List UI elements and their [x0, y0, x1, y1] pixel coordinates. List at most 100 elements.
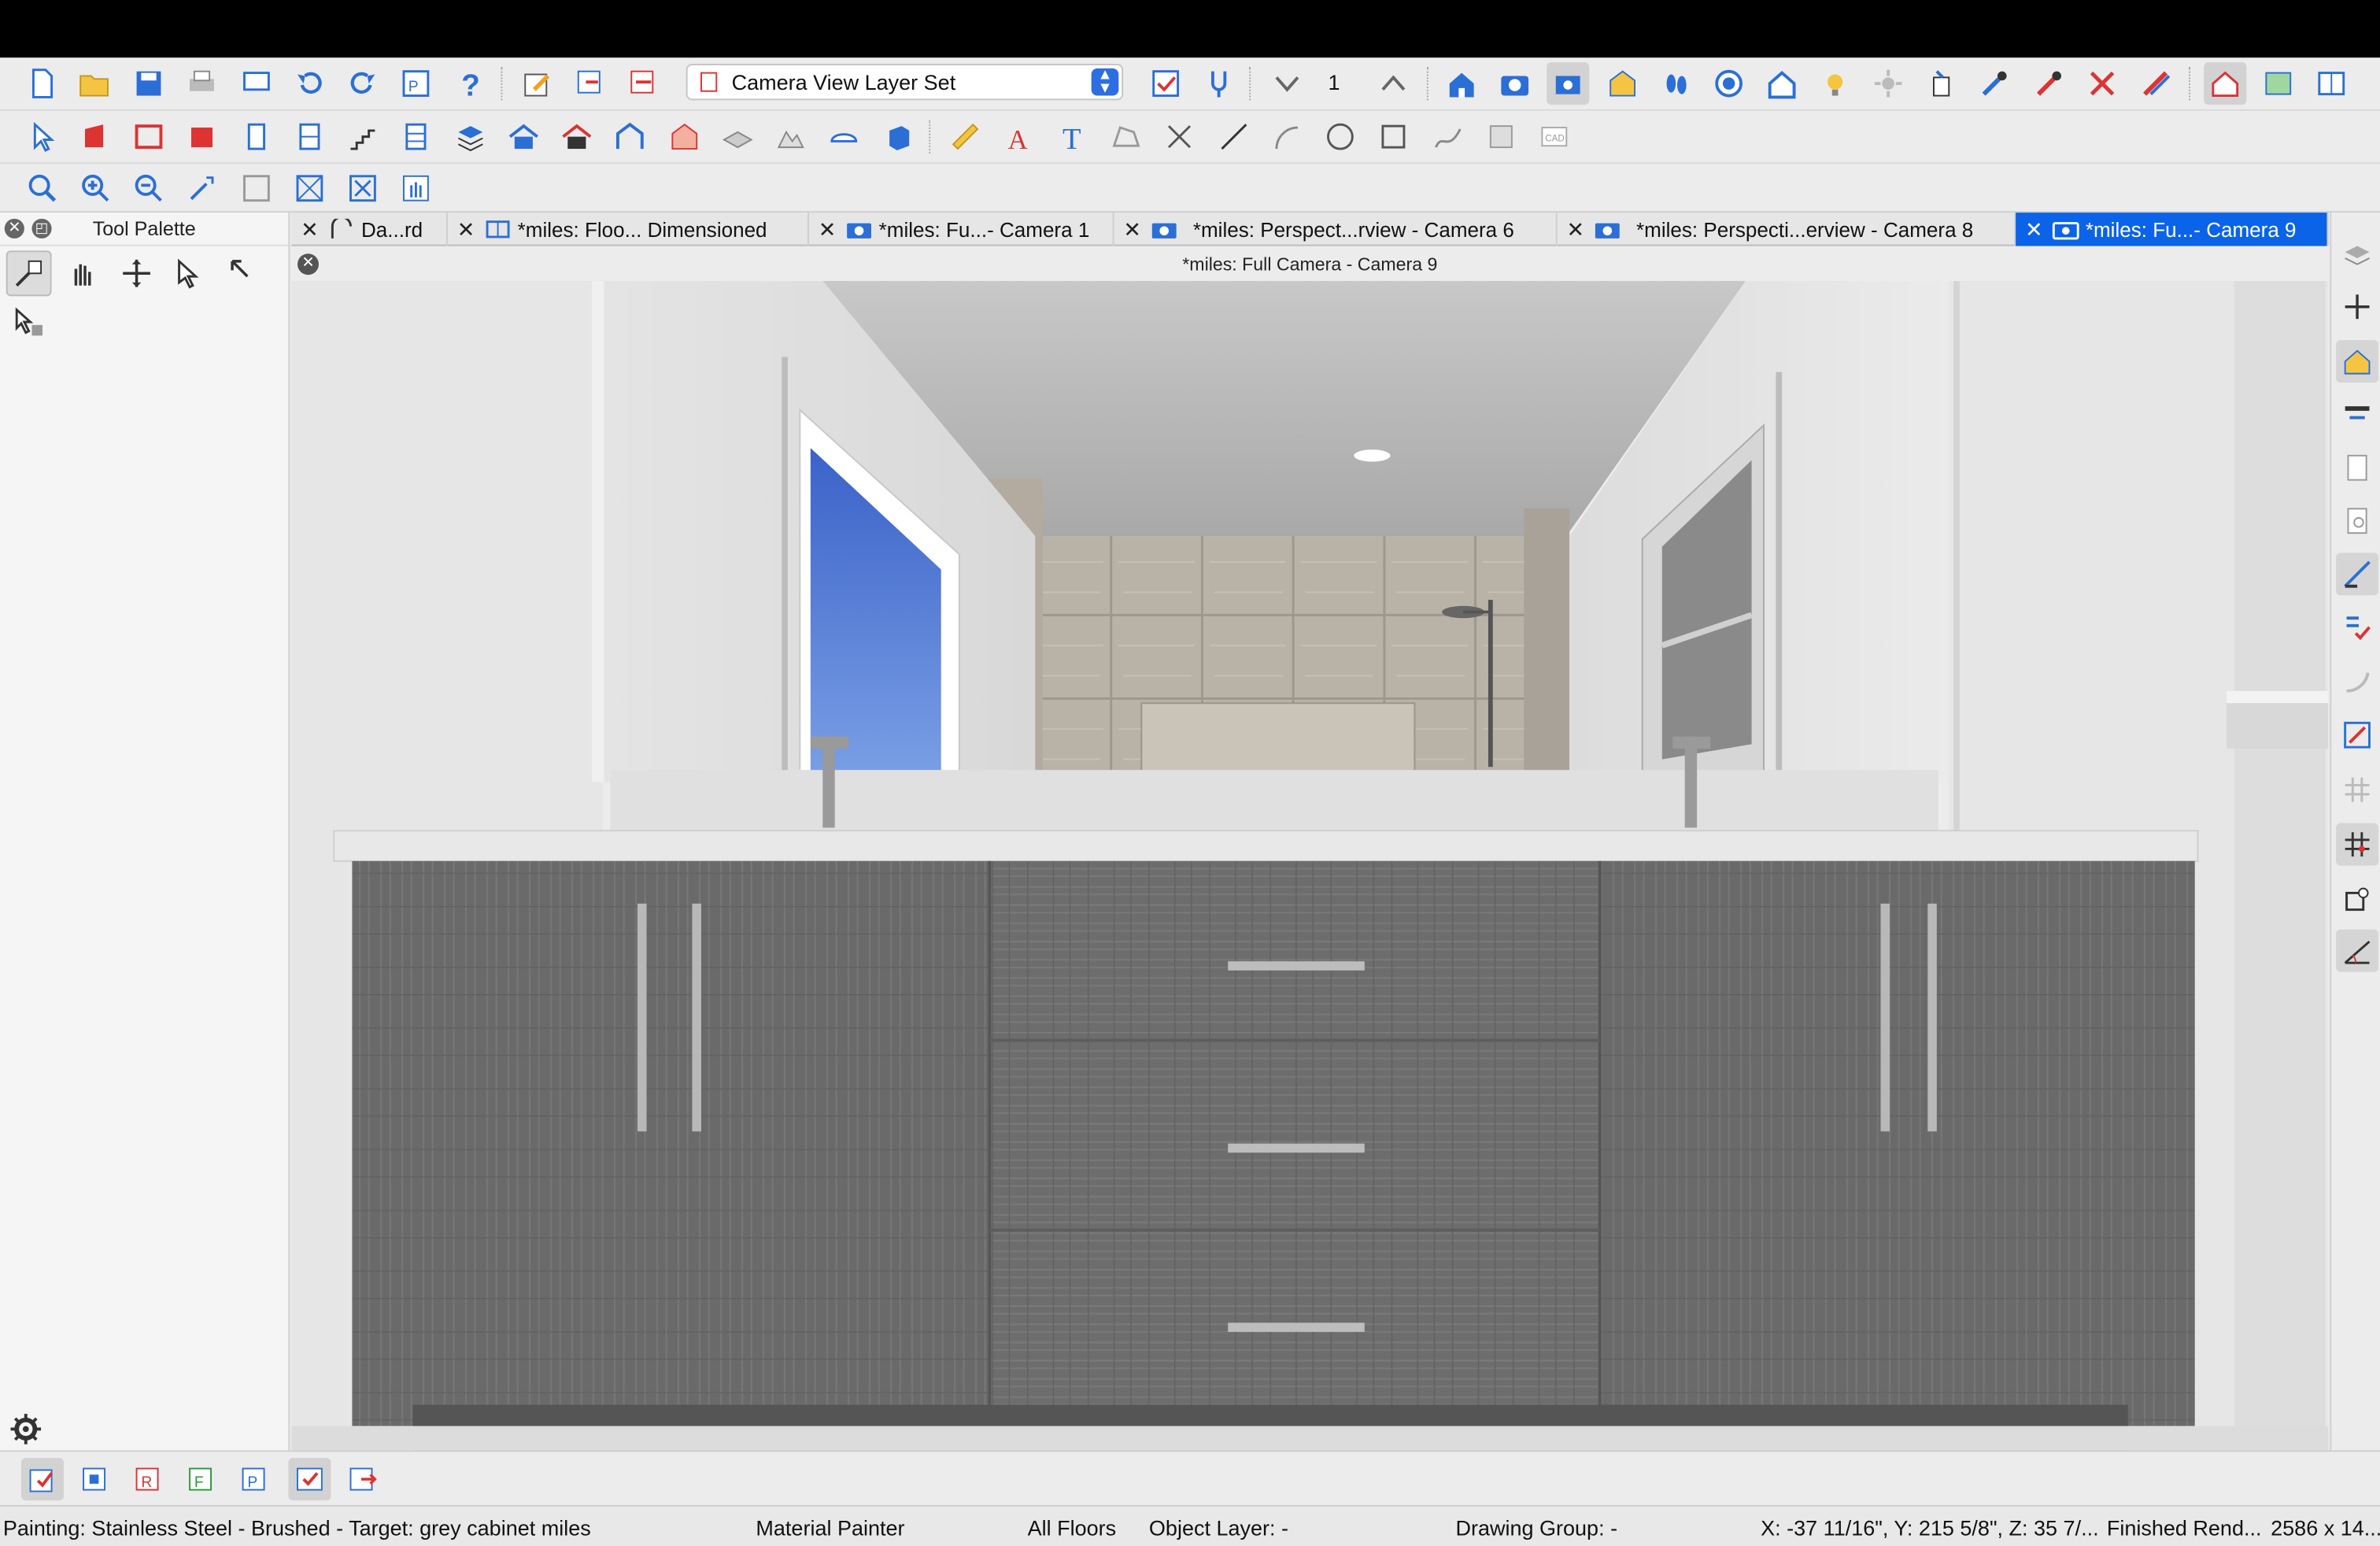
undo-icon[interactable] — [288, 62, 331, 105]
door-tools-icon[interactable] — [235, 116, 278, 158]
close-tab-icon[interactable]: ✕ — [298, 216, 322, 242]
new-file-icon[interactable] — [21, 62, 64, 105]
camera-icon[interactable] — [1494, 62, 1536, 105]
cad-arc-icon[interactable] — [1266, 116, 1308, 158]
plan-view-icon[interactable] — [1440, 62, 1483, 105]
paint-select-icon[interactable] — [6, 299, 52, 345]
camera-viewport[interactable] — [291, 280, 2329, 1451]
house-view-icon[interactable] — [1761, 62, 1803, 105]
image-view-icon[interactable] — [2257, 62, 2300, 105]
cad-detail-icon[interactable] — [1480, 116, 1522, 158]
zoom-out-icon[interactable] — [128, 167, 170, 209]
cad-box-icon[interactable] — [1372, 116, 1414, 158]
tab-5[interactable]: ✕ *miles: Fu...- Camera 9 — [2016, 213, 2329, 246]
preferences-icon[interactable]: P — [394, 62, 437, 105]
walkthrough-icon[interactable] — [1654, 62, 1697, 105]
elevation-icon[interactable] — [1602, 62, 1644, 105]
close-tab-icon[interactable]: ✕ — [454, 216, 479, 242]
close-tab-icon[interactable]: ✕ — [815, 216, 840, 242]
cad-block-icon[interactable]: CAD — [1533, 116, 1576, 158]
material-painter-tool-icon[interactable] — [6, 250, 52, 297]
drawing-group-icon[interactable] — [20, 1458, 64, 1501]
redo-icon[interactable] — [342, 62, 384, 105]
down-one-floor-icon[interactable] — [1266, 62, 1308, 105]
close-tab-icon[interactable]: ✕ — [1563, 216, 1587, 242]
close-icon[interactable]: ✕ — [297, 253, 319, 276]
wall-tools-icon[interactable] — [74, 116, 116, 158]
cad-line-icon[interactable] — [1213, 116, 1255, 158]
layer-checkbox-icon[interactable] — [1144, 62, 1187, 105]
layer-set-icon[interactable] — [623, 62, 665, 105]
cad-circle-icon[interactable] — [1319, 116, 1362, 158]
layer-display-icon[interactable] — [569, 62, 612, 105]
group-red-icon[interactable]: R — [126, 1458, 168, 1500]
3d-box-icon[interactable] — [878, 116, 920, 158]
tab-1[interactable]: ✕ *miles: Floo... Dimensioned — [448, 213, 809, 246]
camera-tool-icon[interactable] — [1920, 62, 1963, 105]
plus-icon[interactable] — [2336, 286, 2378, 328]
fixture-icon[interactable] — [1198, 62, 1240, 105]
slab-tools-icon[interactable] — [716, 116, 759, 158]
full-camera-icon[interactable] — [1547, 62, 1590, 105]
print-icon[interactable] — [180, 62, 223, 105]
cad-cross-icon[interactable] — [1158, 116, 1200, 158]
close-icon[interactable]: ✕ — [4, 218, 24, 239]
text-arrow-icon[interactable]: A — [999, 116, 1041, 158]
shelf-icon[interactable] — [394, 116, 437, 158]
edit-layer-icon[interactable] — [516, 62, 559, 105]
detach-icon[interactable]: ◰ — [31, 218, 52, 239]
window-tools-icon[interactable] — [288, 116, 331, 158]
zoom-in-icon[interactable] — [74, 167, 116, 209]
layer-set-select[interactable]: Camera View Layer Set ▲ ▼ — [686, 64, 1124, 101]
group-green-icon[interactable]: F — [179, 1458, 222, 1500]
doll-house-icon[interactable] — [1708, 62, 1750, 105]
move-arrows-icon[interactable] — [114, 250, 160, 296]
dimension-ruler-icon[interactable] — [944, 116, 987, 158]
trim-tools-icon[interactable] — [822, 116, 865, 158]
fill-window-building-icon[interactable] — [288, 167, 331, 209]
grid-icon[interactable] — [2336, 768, 2378, 811]
stairs-icon[interactable] — [342, 116, 384, 158]
fill-window-icon[interactable] — [235, 167, 278, 209]
tab-0[interactable]: ✕ Da...rd — [291, 213, 448, 246]
house-tools-icon[interactable] — [556, 116, 598, 158]
floor-layers-icon[interactable] — [449, 116, 492, 158]
snap-grid-icon[interactable] — [2336, 823, 2379, 866]
cad-polyline-icon[interactable] — [1105, 116, 1148, 158]
line-style-icon[interactable] — [2336, 392, 2378, 435]
pencil-stripes-icon[interactable] — [2134, 62, 2177, 105]
terrain-tools-icon[interactable] — [770, 116, 812, 158]
dimension-icon[interactable] — [2336, 553, 2379, 596]
pan-icon[interactable] — [394, 167, 437, 209]
group-check-icon[interactable] — [288, 1458, 331, 1501]
window-layout-icon[interactable] — [2310, 62, 2352, 105]
rotate-select-icon[interactable] — [220, 250, 266, 296]
tab-4[interactable]: ✕ *miles: Perspecti...erview - Camera 8 — [1558, 213, 2016, 246]
hand-icon[interactable] — [59, 250, 105, 296]
group-select-icon[interactable] — [73, 1458, 116, 1500]
undo-zoom-icon[interactable] — [180, 167, 223, 209]
object-info-icon[interactable] — [2336, 340, 2379, 383]
plot-icon[interactable] — [235, 62, 278, 105]
framing-tools-icon[interactable] — [663, 116, 706, 158]
cabinet-tools-icon[interactable] — [180, 116, 223, 158]
zoom-window-icon[interactable] — [21, 167, 64, 209]
layers-icon[interactable] — [2336, 234, 2378, 276]
material-painter-icon[interactable] — [2028, 62, 2071, 105]
text-tool-icon[interactable]: T — [1051, 116, 1094, 158]
light-icon[interactable] — [1814, 62, 1857, 105]
object-snap-icon[interactable] — [2336, 878, 2378, 920]
delete-materials-icon[interactable] — [2081, 62, 2123, 105]
open-folder-icon[interactable] — [73, 62, 116, 105]
resize-icon[interactable] — [2336, 714, 2378, 756]
close-tab-icon[interactable]: ✕ — [1120, 216, 1144, 242]
close-tab-icon[interactable]: ✕ — [2022, 216, 2046, 242]
fill-window-all-icon[interactable] — [342, 167, 384, 209]
eyedropper-icon[interactable] — [1973, 62, 2016, 105]
sun-angle-icon[interactable] — [1867, 62, 1909, 105]
page-search-icon[interactable] — [2336, 500, 2378, 542]
select-objects-icon[interactable] — [21, 116, 64, 158]
gear-icon[interactable] — [9, 1412, 42, 1445]
tab-3[interactable]: ✕ *miles: Perspect...rview - Camera 6 — [1114, 213, 1558, 246]
arc-tool-icon[interactable] — [2336, 659, 2378, 701]
